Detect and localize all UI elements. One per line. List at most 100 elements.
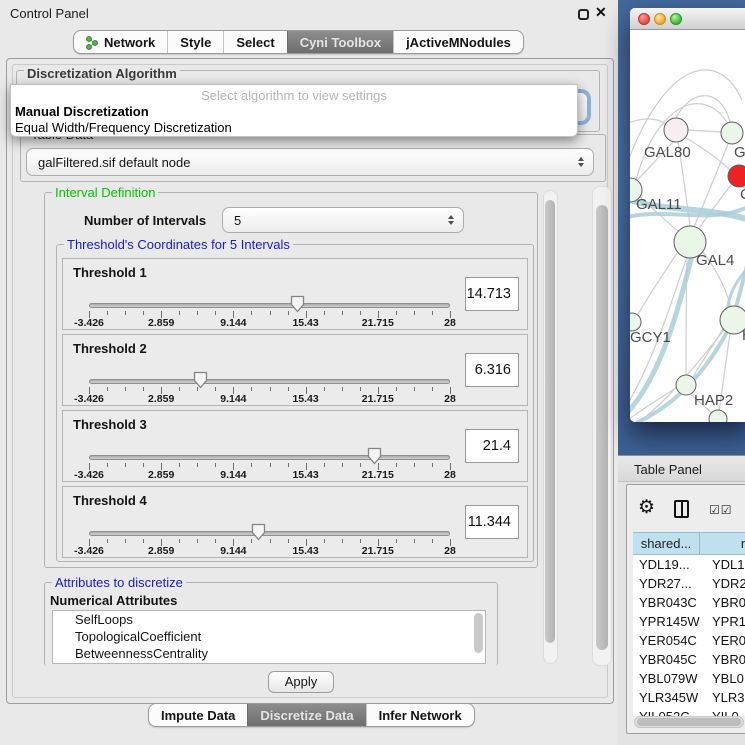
slider-tick — [324, 463, 325, 467]
slider-track[interactable] — [89, 303, 450, 308]
network-canvas[interactable]: GAL80GACGAL11GAL4GCY1HHAP2 — [630, 30, 745, 422]
slider-tick-label: 2.859 — [148, 317, 174, 329]
table-row[interactable]: YER054CYER0 — [633, 631, 745, 650]
list-item-topologicalcoefficient[interactable]: TopologicalCoefficient — [53, 628, 485, 645]
slider-tick — [125, 463, 126, 467]
tab-discretize-data[interactable]: Discretize Data — [247, 704, 365, 726]
split-columns-icon[interactable] — [674, 500, 689, 518]
slider-tick-label: 21.715 — [362, 545, 394, 557]
tab-infer-network-label: Infer Network — [379, 708, 462, 723]
table-panel-titlebar: Table Panel — [618, 455, 745, 482]
threshold-value-field[interactable]: 11.344 — [465, 505, 519, 539]
slider-tick-label: 21.715 — [362, 393, 394, 405]
slider-tick — [432, 463, 433, 467]
table-hscrollbar-thumb[interactable] — [637, 718, 741, 726]
network-edge[interactable] — [676, 96, 730, 122]
table-row[interactable]: YBR045CYBR0 — [633, 650, 745, 669]
attributes-group-label: Attributes to discretize — [52, 575, 186, 590]
attributes-scrollbar-thumb[interactable] — [474, 613, 483, 653]
slider-tick-label: 15.43 — [292, 317, 318, 329]
slider-track[interactable] — [89, 531, 450, 536]
column-header-shared-[interactable]: shared... — [633, 532, 700, 555]
combo-spinner-icon — [578, 157, 584, 167]
slider-track[interactable] — [89, 379, 450, 384]
network-edge[interactable] — [698, 185, 731, 230]
mac-zoom-icon[interactable] — [670, 13, 682, 25]
float-window-icon[interactable] — [578, 9, 589, 20]
network-edge[interactable] — [687, 130, 722, 132]
threshold-label: Threshold 2 — [73, 341, 147, 356]
slider-tick — [288, 387, 289, 391]
threshold-label: Threshold 3 — [73, 417, 147, 432]
dropdown-option-equal-width[interactable]: Equal Width/Frequency Discretization — [11, 120, 577, 136]
slider-thumb[interactable] — [193, 371, 208, 394]
column-header-n[interactable]: n — [700, 532, 745, 555]
slider-tick-label: 2.859 — [148, 545, 174, 557]
mac-close-icon[interactable] — [638, 13, 650, 25]
slider-tick — [288, 463, 289, 467]
network-node-c[interactable] — [728, 165, 745, 187]
close-icon[interactable]: ✕ — [595, 4, 607, 21]
dropdown-prompt-item[interactable]: Select algorithm to view settings — [11, 88, 577, 104]
table-row[interactable]: YDR27...YDR2 — [633, 574, 745, 593]
slider-tick — [107, 463, 108, 467]
slider-track[interactable] — [89, 455, 450, 460]
slider-tick-label: 9.144 — [220, 317, 246, 329]
slider-tick — [251, 311, 252, 315]
outer-scrollbar-thumb[interactable] — [596, 205, 608, 650]
tab-network[interactable]: Network — [74, 31, 167, 53]
control-panel-title: Control Panel — [10, 6, 89, 21]
network-node-ga[interactable] — [721, 122, 743, 144]
tab-select[interactable]: Select — [223, 31, 286, 53]
network-node-hap2[interactable] — [676, 375, 696, 395]
apply-button[interactable]: Apply — [268, 671, 334, 693]
inner-scrollbar-thumb[interactable] — [545, 200, 555, 643]
slider-tick — [360, 311, 361, 315]
cell-name: YPR1 — [700, 612, 745, 631]
table-row[interactable]: YBR043CYBR0 — [633, 593, 745, 612]
network-node-gal80[interactable] — [664, 118, 688, 142]
network-window-titlebar[interactable] — [630, 8, 745, 30]
desktop-background: GAL80GACGAL11GAL4GCY1HHAP2 — [618, 0, 745, 456]
tab-jactivemnodules[interactable]: jActiveMNodules — [393, 31, 523, 53]
network-view-window[interactable]: GAL80GACGAL11GAL4GCY1HHAP2 — [630, 8, 745, 422]
table-row[interactable]: YDL19...YDL1 — [633, 555, 745, 574]
tab-impute-data[interactable]: Impute Data — [149, 704, 247, 726]
list-item-betweennesscentrality[interactable]: BetweennessCentrality — [53, 645, 485, 662]
slider-thumb[interactable] — [367, 447, 382, 470]
table-data-combobox[interactable]: galFiltered.sif default node — [26, 148, 594, 176]
number-of-intervals-combobox[interactable]: 5 — [222, 207, 464, 233]
number-of-intervals-label: Number of Intervals — [84, 213, 206, 228]
slider-tick — [432, 387, 433, 391]
table-row[interactable]: YLR345WYLR3 — [633, 688, 745, 707]
threshold-panel-4: Threshold 4-3.4262.8599.14415.4321.71528… — [62, 486, 528, 558]
node-table[interactable]: shared...n YDL19...YDL1YDR27...YDR2YBR04… — [633, 532, 745, 716]
slider-tick — [143, 463, 144, 467]
list-item-selfloops[interactable]: SelfLoops — [53, 611, 485, 628]
threshold-value-field[interactable]: 21.4 — [465, 429, 519, 463]
network-node-partial[interactable] — [709, 410, 727, 422]
threshold-value-field[interactable]: 14.713 — [465, 277, 519, 311]
network-edge[interactable] — [630, 119, 668, 126]
dropdown-option-manual-discretization[interactable]: Manual Discretization — [11, 104, 577, 120]
network-edge[interactable] — [637, 253, 677, 316]
slider-tick — [432, 539, 433, 543]
slider-tick — [125, 387, 126, 391]
checkbox-pair-icon[interactable]: ☑☑ — [709, 503, 733, 517]
slider-thumb[interactable] — [251, 523, 266, 546]
tab-style[interactable]: Style — [167, 31, 223, 53]
table-row[interactable]: YBL079WYBL0 — [633, 669, 745, 688]
slider-thumb[interactable] — [290, 295, 305, 318]
tab-cyni-toolbox[interactable]: Cyni Toolbox — [287, 31, 393, 53]
threshold-value-field[interactable]: 6.316 — [465, 353, 519, 387]
tab-infer-network[interactable]: Infer Network — [366, 704, 474, 726]
slider-tick — [270, 463, 271, 467]
slider-tick-label: 9.144 — [220, 545, 246, 557]
network-node-label: HAP2 — [694, 392, 733, 409]
mac-minimize-icon[interactable] — [654, 13, 666, 25]
table-row[interactable]: YPR145WYPR1 — [633, 612, 745, 631]
table-row[interactable]: YIL052CYIL0 — [633, 707, 745, 716]
numerical-attributes-list[interactable]: SelfLoopsTopologicalCoefficientBetweenne… — [52, 610, 486, 664]
gear-icon[interactable]: ⚙ — [638, 496, 655, 519]
cell-name: YER0 — [700, 631, 745, 650]
